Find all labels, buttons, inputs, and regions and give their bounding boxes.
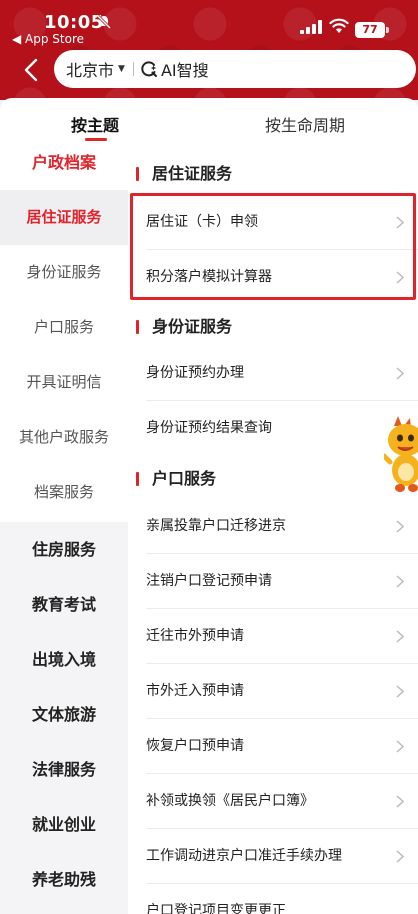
sidebar-item-entry-exit[interactable]: 出境入境 [0, 632, 128, 687]
status-time: 10:05 [44, 12, 104, 33]
wifi-icon [329, 18, 349, 33]
sidebar: 户政档案 居住证服务 身份证服务 户口服务 开具证明信 其他户政服务 档案服务 … [0, 148, 128, 914]
list-item-label: 补领或换领《居民户口簿》 [146, 793, 314, 809]
section-title-hukou: 户口服务 [128, 462, 418, 496]
sidebar-item-culture-tourism[interactable]: 文体旅游 [0, 687, 128, 742]
search-bar[interactable]: 北京市 ▼ AI智搜 [54, 50, 416, 88]
sidebar-item-id-card[interactable]: 身份证服务 [0, 245, 128, 300]
sidebar-item-education[interactable]: 教育考试 [0, 577, 128, 632]
ai-search-icon [141, 61, 157, 77]
tab-by-theme[interactable]: 按主题 [71, 112, 119, 136]
sidebar-item-legal[interactable]: 法律服务 [0, 742, 128, 797]
bell-off-icon [96, 14, 112, 30]
back-to-app-store[interactable]: ◀ App Store [12, 32, 84, 46]
section-bar [136, 320, 139, 334]
chevron-right-icon [396, 367, 404, 380]
status-bar: 10:05 ◀ App Store 77 [0, 0, 418, 48]
section-bar [136, 472, 139, 486]
sidebar-item-residence-permit[interactable]: 居住证服务 [0, 190, 128, 245]
chevron-right-icon [396, 630, 404, 643]
list-item[interactable]: 迁往市外预申请 [128, 609, 418, 664]
sidebar-item-elderly-disability[interactable]: 养老助残 [0, 852, 128, 907]
back-arrow-icon[interactable] [18, 56, 46, 84]
tab-bar: 按主题 按生命周期 [0, 98, 418, 150]
list-item-label: 工作调动进京户口准迁手续办理 [146, 848, 342, 864]
battery-cap [386, 27, 389, 33]
chevron-right-icon [396, 685, 404, 698]
sidebar-sub-nav: 户政档案 居住证服务 身份证服务 户口服务 开具证明信 其他户政服务 档案服务 [0, 148, 128, 522]
sidebar-item-employment[interactable]: 就业创业 [0, 797, 128, 852]
ai-search-label: AI智搜 [160, 61, 209, 80]
list-item-label: 迁往市外预申请 [146, 628, 244, 644]
chevron-right-icon [396, 520, 404, 533]
caret-down-icon: ▼ [118, 64, 125, 74]
list-item-label: 积分落户模拟计算器 [146, 269, 272, 285]
chevron-right-icon [396, 795, 404, 808]
list-item[interactable]: 身份证预约结果查询 [128, 401, 418, 456]
list-item[interactable]: 注销户口登记预申请 [128, 554, 418, 609]
list-item[interactable]: 恢复户口预申请 [128, 719, 418, 774]
service-list: 居住证服务 居住证（卡）申领 积分落户模拟计算器 身份证服务 身份证预约办理 身… [128, 148, 418, 914]
list-item-label: 市外迁入预申请 [146, 683, 244, 699]
main-sheet: 按主题 按生命周期 户政档案 居住证服务 身份证服务 户口服务 开具证明信 其他… [0, 98, 418, 914]
section-title-text: 身份证服务 [152, 317, 233, 336]
list-item[interactable]: 居住证（卡）申领 [128, 195, 418, 250]
section-title-text: 户口服务 [152, 469, 217, 488]
sidebar-category-title[interactable]: 户政档案 [0, 148, 128, 178]
header: 10:05 ◀ App Store 77 北京市 ▼ AI智搜 [0, 0, 418, 100]
chevron-right-icon [396, 850, 404, 863]
sidebar-item-housing[interactable]: 住房服务 [0, 522, 128, 577]
section-title-text: 居住证服务 [152, 164, 233, 183]
list-item-label: 居住证（卡）申领 [146, 214, 258, 230]
tab-underline [85, 138, 107, 141]
list-item-label: 注销户口登记预申请 [146, 573, 272, 589]
section-title-residence: 居住证服务 [128, 157, 418, 191]
list-item-label: 身份证预约结果查询 [146, 420, 272, 436]
tab-by-life-cycle[interactable]: 按生命周期 [265, 112, 345, 136]
city-selector[interactable]: 北京市 ▼ [66, 57, 125, 81]
list-item[interactable]: 亲属投靠户口迁移进京 [128, 499, 418, 554]
mascot-assistant-icon[interactable] [384, 416, 418, 496]
sidebar-item-archives[interactable]: 档案服务 [0, 465, 128, 520]
city-label: 北京市 [66, 61, 115, 80]
list-item[interactable]: 工作调动进京户口准迁手续办理 [128, 829, 418, 884]
list-item[interactable]: 积分落户模拟计算器 [128, 250, 418, 305]
list-item-label: 恢复户口预申请 [146, 738, 244, 754]
sidebar-item-certificate-letter[interactable]: 开具证明信 [0, 355, 128, 410]
chevron-right-icon [396, 740, 404, 753]
list-item-label: 亲属投靠户口迁移进京 [146, 518, 286, 534]
list-item-label: 户口登记项目变更更正 [146, 903, 286, 914]
signal-icon [300, 20, 322, 34]
section-title-id-card: 身份证服务 [128, 310, 418, 344]
list-item[interactable]: 户口登记项目变更更正 [128, 884, 418, 914]
sidebar-item-other-household[interactable]: 其他户政服务 [0, 410, 128, 465]
sidebar-item-hukou[interactable]: 户口服务 [0, 300, 128, 355]
chevron-right-icon [396, 271, 404, 284]
list-item[interactable]: 补领或换领《居民户口簿》 [128, 774, 418, 829]
section-bar [136, 167, 139, 181]
list-item[interactable]: 市外迁入预申请 [128, 664, 418, 719]
chevron-right-icon [396, 575, 404, 588]
chevron-right-icon [396, 216, 404, 229]
battery-indicator: 77 [355, 22, 385, 38]
search-divider [132, 62, 134, 76]
list-item[interactable]: 身份证预约办理 [128, 346, 418, 401]
sidebar-main-nav: 住房服务 教育考试 出境入境 文体旅游 法律服务 就业创业 养老助残 [0, 522, 128, 914]
ai-search-button[interactable]: AI智搜 [140, 57, 209, 81]
list-item-label: 身份证预约办理 [146, 365, 244, 381]
